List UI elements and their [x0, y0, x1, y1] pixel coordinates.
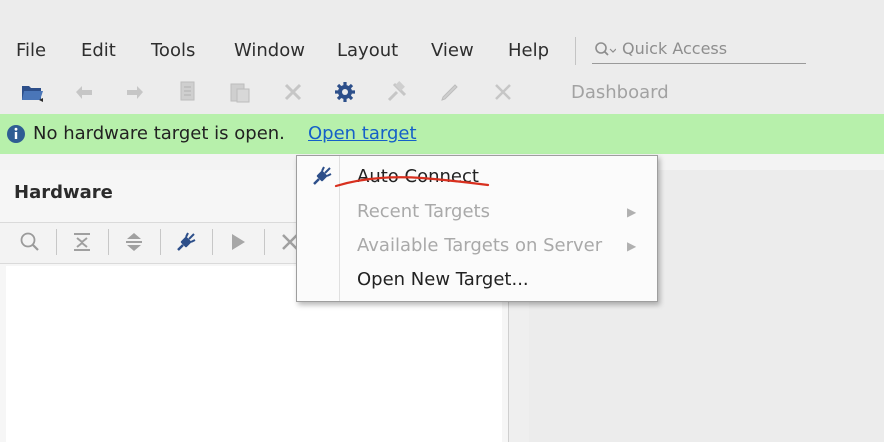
- no-target-banner: No hardware target is open. Open target: [0, 114, 884, 154]
- banner-message: No hardware target is open.: [33, 123, 285, 144]
- hardware-panel-title: Hardware: [14, 182, 113, 203]
- menu-layout[interactable]: Layout: [337, 40, 398, 61]
- copy-icon[interactable]: [173, 78, 201, 106]
- toolbar-separator: [212, 229, 213, 255]
- dashboard-button[interactable]: Dashboard: [571, 82, 669, 103]
- red-annotation-underline: [334, 176, 490, 188]
- undo-icon[interactable]: [70, 78, 98, 106]
- menu-item-recent-targets[interactable]: Recent Targets: [357, 201, 490, 222]
- toolbar-separator: [56, 229, 57, 255]
- menu-edit[interactable]: Edit: [81, 40, 116, 61]
- quick-access-input[interactable]: Quick Access: [592, 35, 806, 64]
- toolbar-separator: [264, 229, 265, 255]
- auto-connect-icon: [311, 165, 333, 191]
- paste-icon[interactable]: [226, 78, 254, 106]
- menu-bar: File Edit Tools Window Layout View Help …: [0, 30, 884, 72]
- program-device-icon[interactable]: [383, 78, 411, 106]
- menu-help[interactable]: Help: [508, 40, 549, 61]
- open-project-icon[interactable]: [18, 78, 46, 106]
- collapse-all-icon[interactable]: [71, 231, 93, 257]
- menu-item-open-new-target[interactable]: Open New Target...: [357, 269, 529, 290]
- menu-view[interactable]: View: [431, 40, 474, 61]
- cancel-icon[interactable]: [489, 78, 517, 106]
- menu-item-available-targets[interactable]: Available Targets on Server: [357, 235, 602, 256]
- menu-tools[interactable]: Tools: [151, 40, 195, 61]
- main-toolbar: Dashboard: [0, 72, 884, 114]
- delete-icon[interactable]: [279, 78, 307, 106]
- submenu-arrow-icon: ▶: [627, 205, 637, 219]
- submenu-arrow-icon: ▶: [627, 239, 637, 253]
- redo-icon[interactable]: [121, 78, 149, 106]
- open-target-link[interactable]: Open target: [308, 123, 417, 144]
- window-top-strip: [0, 0, 884, 30]
- menu-separator: [575, 37, 576, 65]
- info-icon: [6, 124, 26, 148]
- auto-connect-icon[interactable]: [175, 231, 197, 257]
- menu-window[interactable]: Window: [234, 40, 305, 61]
- settings-icon[interactable]: [331, 78, 359, 106]
- quick-access-placeholder: Quick Access: [622, 39, 728, 58]
- search-icon[interactable]: [19, 231, 41, 257]
- search-icon: [594, 41, 617, 63]
- run-icon[interactable]: [227, 231, 249, 257]
- toolbar-separator: [160, 229, 161, 255]
- toolbar-separator: [108, 229, 109, 255]
- menu-file[interactable]: File: [16, 40, 46, 61]
- expand-all-icon[interactable]: [123, 231, 145, 257]
- edit-icon[interactable]: [436, 78, 464, 106]
